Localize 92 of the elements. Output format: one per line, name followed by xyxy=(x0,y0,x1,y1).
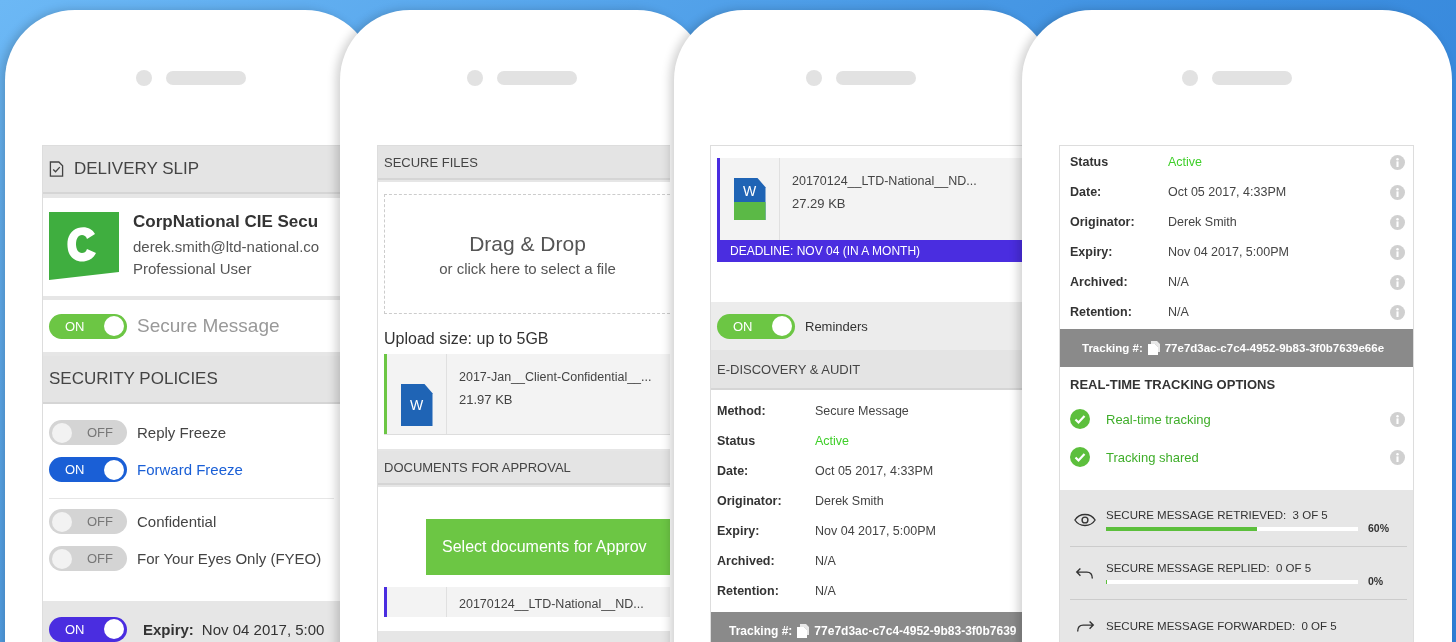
toggle-switch[interactable]: OFF xyxy=(49,546,127,571)
section-title: E-DISCOVERY & AUDIT xyxy=(717,361,861,377)
detail-label: Expiry: xyxy=(1070,245,1114,259)
detail-label: Date: xyxy=(717,464,750,478)
detail-value: Nov 04 2017, 5:00PM xyxy=(815,524,937,538)
detail-label: Archived: xyxy=(717,554,776,568)
toggle-switch[interactable]: OFF xyxy=(49,509,127,534)
detail-label: Retention: xyxy=(1070,305,1133,319)
policy-label: Reply Freeze xyxy=(137,424,227,441)
detail-value: Derek Smith xyxy=(815,494,885,508)
section-title: DOCUMENTS FOR APPROVAL xyxy=(384,459,571,475)
camera-dot xyxy=(1182,70,1198,86)
file-card[interactable]: 20170124__LTD-National__ND... xyxy=(384,587,670,617)
detail-value: Oct 05 2017, 4:33PM xyxy=(815,464,935,478)
detail-label: Method: xyxy=(717,404,767,418)
info-icon[interactable] xyxy=(1390,411,1405,427)
tracking-number: 77e7d3ac-c7c4-4952-9b83-3f0b7639e66e xyxy=(1164,342,1385,354)
dropzone-hint: or click here to select a file xyxy=(439,259,616,277)
info-icon[interactable] xyxy=(1390,304,1405,320)
tracking-label: Tracking #: xyxy=(1082,342,1143,354)
expiry-label: Expiry: xyxy=(143,620,194,638)
dropzone-title: Drag & Drop xyxy=(469,231,586,256)
info-icon[interactable] xyxy=(1390,184,1405,200)
info-icon[interactable] xyxy=(1390,244,1405,260)
deadline-bar: DEADLINE: NOV 04 (IN A MONTH) xyxy=(717,240,1022,262)
detail-value: N/A xyxy=(815,584,837,598)
camera-dot xyxy=(135,70,152,86)
detail-label: Status xyxy=(1070,155,1110,169)
file-size: 27.29 KB xyxy=(792,196,847,211)
progress-percent: 60% xyxy=(1368,522,1389,534)
policy-label: For Your Eyes Only (FYEO) xyxy=(137,550,322,567)
eye-icon xyxy=(1074,513,1096,527)
account-name: CorpNational CIE Secu xyxy=(133,212,320,232)
detail-value: N/A xyxy=(1168,275,1190,289)
checked-document-icon xyxy=(49,160,64,178)
upload-size-note: Upload size: up to 5GB xyxy=(384,330,550,348)
document-icon[interactable] xyxy=(1147,341,1160,355)
info-icon[interactable] xyxy=(1390,154,1405,170)
detail-value: Derek Smith xyxy=(1168,215,1238,229)
policy-label: Confidential xyxy=(137,513,217,530)
toggle-switch[interactable]: OFF xyxy=(49,420,127,445)
forward-arrow-icon xyxy=(1074,619,1096,633)
option-label: Real-time tracking xyxy=(1106,411,1212,427)
word-file-icon: W xyxy=(733,178,766,220)
detail-value: Nov 04 2017, 5:00PM xyxy=(1168,245,1290,259)
section-title: SECURE FILES xyxy=(384,154,478,170)
progress-label: SECURE MESSAGE RETRIEVED: 3 OF 5 xyxy=(1106,509,1329,521)
detail-label: Originator: xyxy=(717,494,783,508)
progress-label: SECURE MESSAGE FORWARDED: 0 OF 5 xyxy=(1106,620,1338,632)
tracking-number: 77e7d3ac-c7c4-4952-9b83-3f0b7639 xyxy=(814,624,1017,638)
detail-label: Retention: xyxy=(717,584,780,598)
detail-label: Originator: xyxy=(1070,215,1136,229)
info-icon[interactable] xyxy=(1390,274,1405,290)
detail-value: N/A xyxy=(1168,305,1190,319)
progress-label: SECURE MESSAGE REPLIED: 0 OF 5 xyxy=(1106,562,1313,574)
section-title: SECURITY POLICIES xyxy=(49,369,218,389)
c-logo xyxy=(49,212,119,282)
expiry-value: Nov 04 2017, 5:00 xyxy=(201,620,325,638)
detail-value: Secure Message xyxy=(815,404,910,418)
file-name: 20170124__LTD-National__ND... xyxy=(792,174,977,188)
detail-label: Status xyxy=(717,434,757,448)
file-size: 21.97 KB xyxy=(459,392,514,407)
detail-label: Expiry: xyxy=(717,524,761,538)
policy-label: Forward Freeze xyxy=(137,461,243,478)
detail-value: Oct 05 2017, 4:33PM xyxy=(1168,185,1288,199)
toggle-switch[interactable]: ON xyxy=(49,616,127,642)
info-icon[interactable] xyxy=(1390,449,1405,465)
file-name: 2017-Jan__Client-Confidential__... xyxy=(459,370,652,384)
toggle-switch[interactable]: ON xyxy=(49,457,127,482)
detail-value: N/A xyxy=(815,554,837,568)
file-dropzone[interactable]: Drag & Drop or click here to select a file xyxy=(384,194,670,314)
file-card[interactable]: W 2017-Jan__Client-Confidential__... 21.97 KB xyxy=(384,354,670,435)
toggle-label: Secure Message xyxy=(137,315,280,337)
detail-label: Archived: xyxy=(1070,275,1129,289)
detail-value: Active xyxy=(1168,155,1204,169)
file-name: 20170124__LTD-National__ND... xyxy=(459,597,644,611)
reply-arrow-icon xyxy=(1074,566,1096,580)
info-icon[interactable] xyxy=(1390,214,1405,230)
toggle-label: Reminders xyxy=(805,318,868,334)
account-role: Professional User xyxy=(133,259,253,279)
camera-dot xyxy=(806,70,822,86)
detail-value: Active xyxy=(815,434,851,448)
word-file-icon: W xyxy=(400,384,433,426)
document-icon[interactable] xyxy=(797,624,810,638)
section-title: REAL-TIME TRACKING OPTIONS xyxy=(1070,377,1277,392)
tracking-label: Tracking #: xyxy=(729,624,793,638)
progress-percent: 0% xyxy=(1368,575,1384,587)
detail-label: Date: xyxy=(1070,185,1103,199)
account-email: derek.smith@ltd-national.co xyxy=(133,237,320,257)
option-label: Tracking shared xyxy=(1106,449,1200,465)
section-title: DELIVERY SLIP xyxy=(74,159,200,179)
camera-dot xyxy=(467,70,483,86)
